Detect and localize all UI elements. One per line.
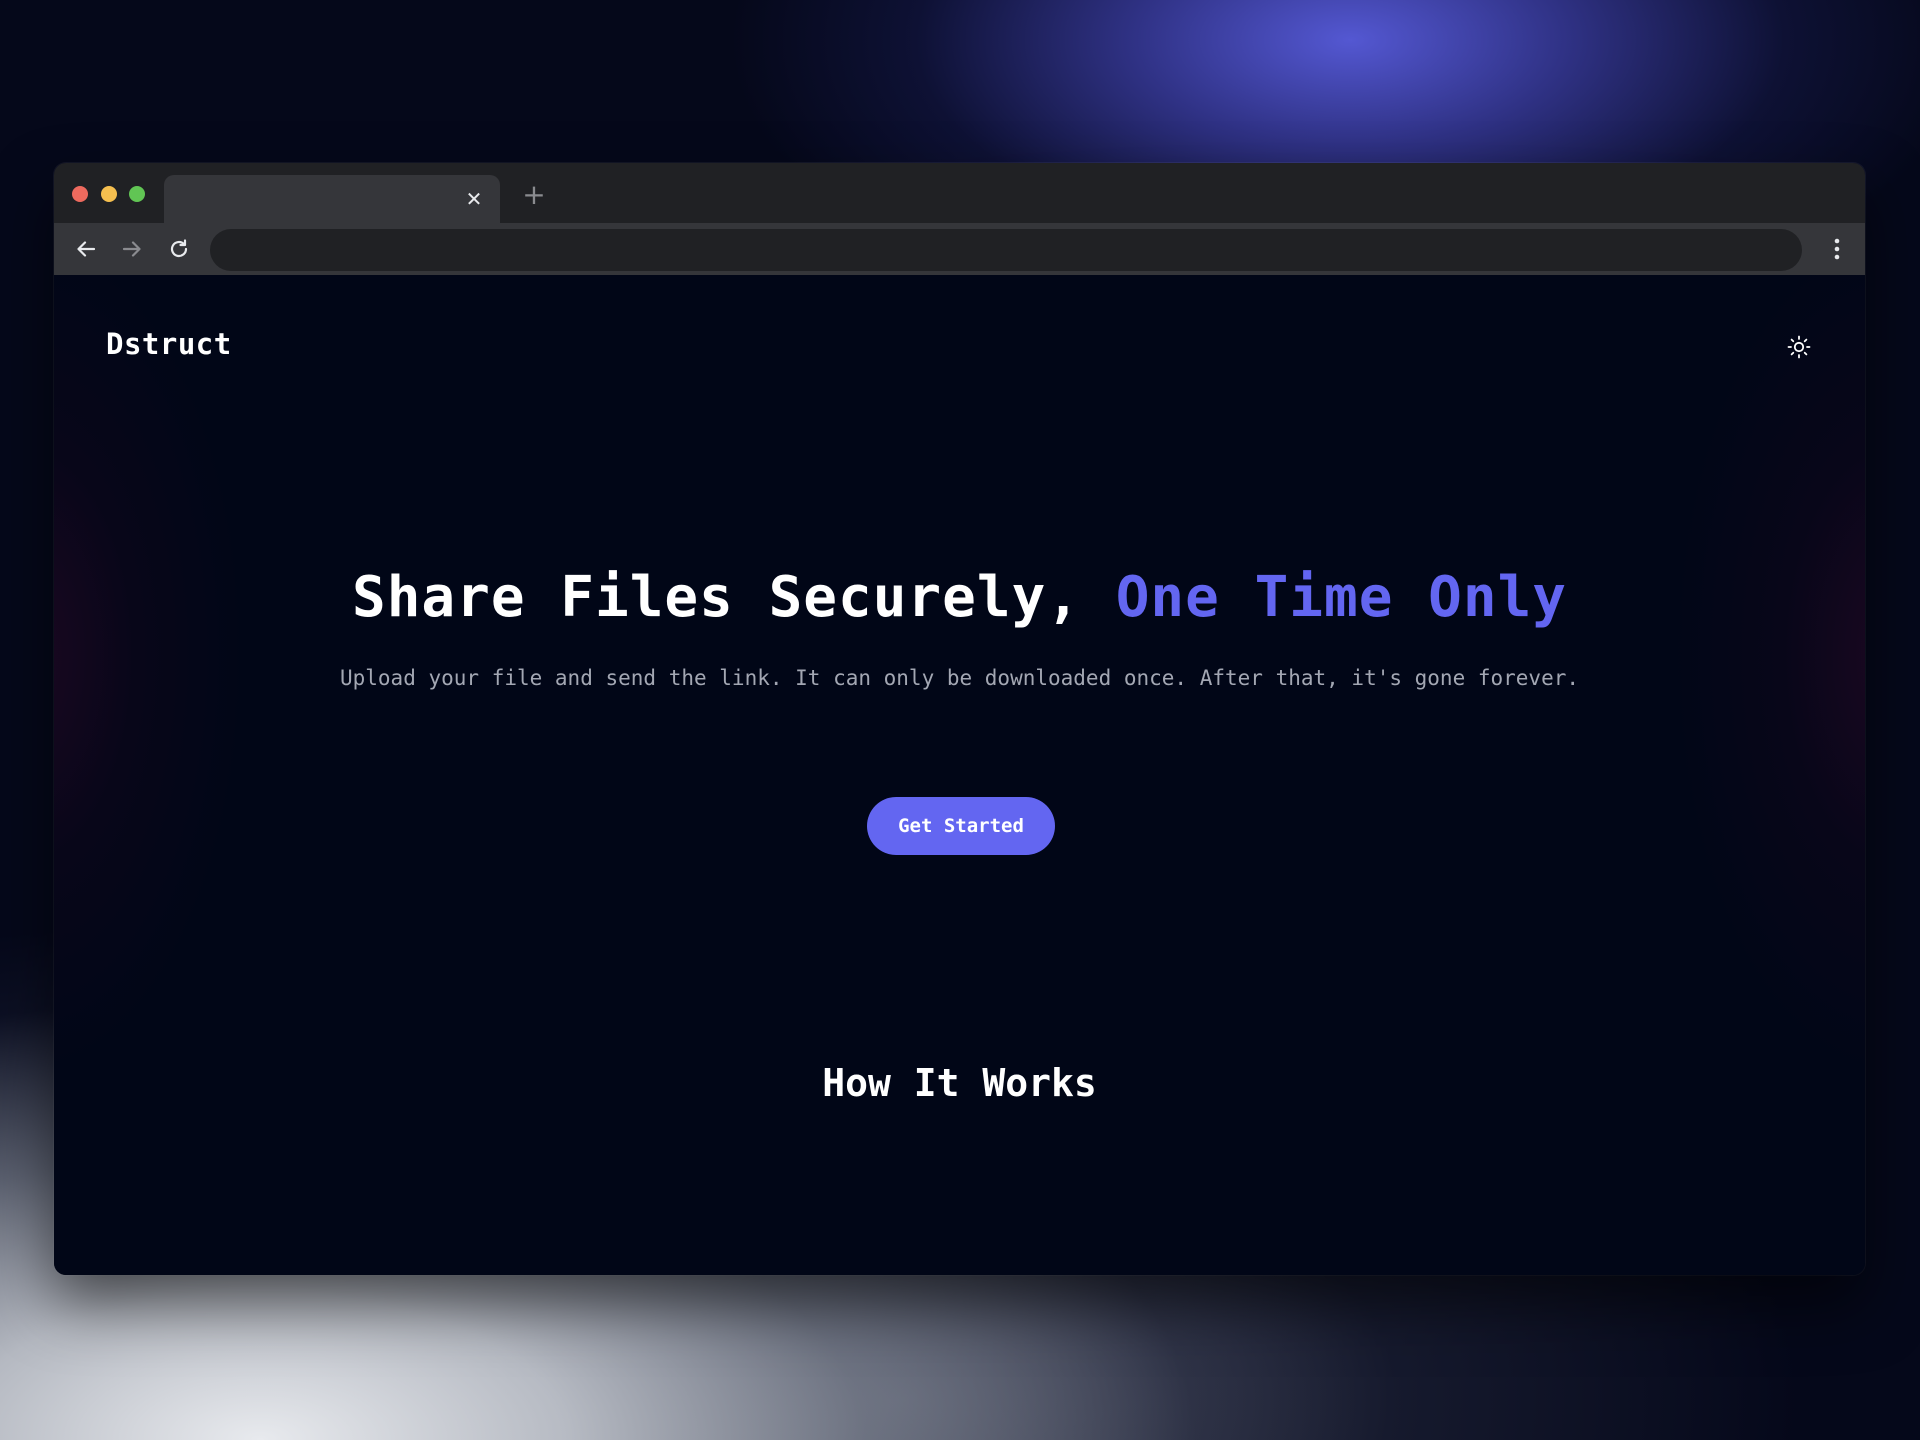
- site-logo[interactable]: Dstruct: [106, 327, 232, 361]
- tab-close-icon[interactable]: ✕: [462, 187, 486, 211]
- new-tab-icon[interactable]: +: [518, 179, 550, 211]
- address-bar[interactable]: [210, 229, 1802, 271]
- hero-title-accent: One Time Only: [1115, 565, 1568, 630]
- hero-subtitle: Upload your file and send the link. It c…: [339, 666, 1580, 690]
- minimize-window-button[interactable]: [101, 186, 117, 202]
- sun-icon[interactable]: [1785, 333, 1813, 361]
- browser-window: ✕ + Dstruct Share Files Securely, One Ti…: [54, 163, 1865, 1275]
- hero-title: Share Files Securely, One Time Only: [54, 565, 1865, 630]
- how-it-works-title: How It Works: [822, 1061, 1097, 1105]
- back-arrow-icon[interactable]: [70, 233, 102, 265]
- more-vert-icon[interactable]: [1827, 233, 1847, 265]
- browser-titlebar: ✕ +: [54, 163, 1865, 223]
- browser-toolbar: [54, 223, 1865, 275]
- get-started-button[interactable]: Get Started: [867, 797, 1055, 855]
- hero-title-main: Share Files Securely,: [351, 565, 1116, 630]
- page-content: Dstruct Share Files Securely, One Time O…: [54, 275, 1865, 1275]
- forward-arrow-icon[interactable]: [116, 233, 148, 265]
- maximize-window-button[interactable]: [129, 186, 145, 202]
- reload-icon[interactable]: [163, 233, 195, 265]
- browser-tab[interactable]: ✕: [164, 175, 500, 223]
- close-window-button[interactable]: [72, 186, 88, 202]
